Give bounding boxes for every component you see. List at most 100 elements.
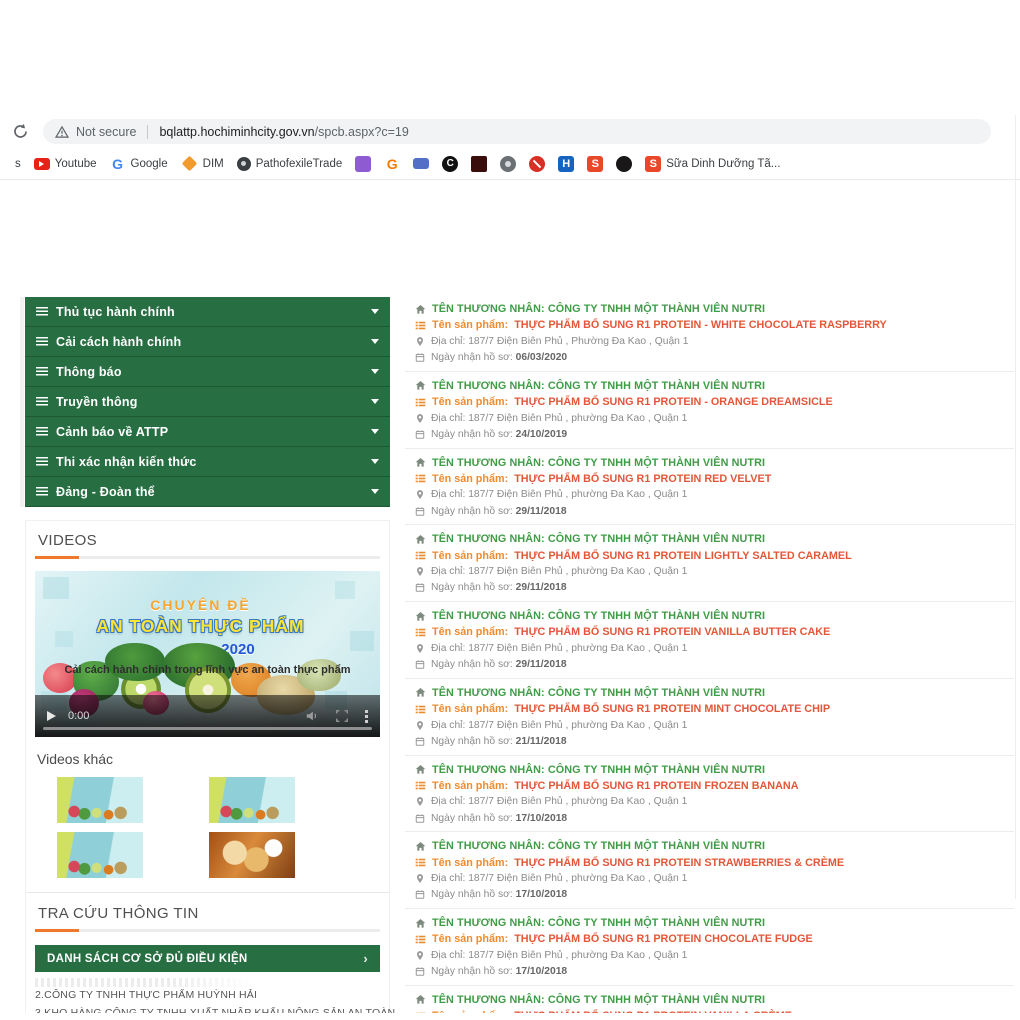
video-thumbnail[interactable] xyxy=(209,832,295,878)
sidebar-menu-item[interactable]: Thi xác nhận kiến thức xyxy=(25,447,390,477)
address-bar[interactable]: Not secure bqlattp.hochiminhcity.gov.vn/… xyxy=(43,119,991,144)
address-divider xyxy=(147,125,148,139)
bookmark-item[interactable] xyxy=(471,156,487,172)
address-text: Địa chỉ: 187/7 Điện Biên Phủ , phường Đa… xyxy=(431,873,687,884)
sidebar-menu-item[interactable]: Truyền thông xyxy=(25,387,390,417)
listing-card[interactable]: TÊN THƯƠNG NHÂN: CÔNG TY TNHH MỘT THÀNH … xyxy=(405,832,1014,909)
bookmark-item[interactable] xyxy=(616,156,632,172)
received-date: Ngày nhận hồ sơ: 06/03/2020 xyxy=(431,352,567,363)
bookmark-item[interactable]: C xyxy=(442,156,458,172)
section-divider xyxy=(26,892,389,893)
bookmark-item[interactable]: s xyxy=(15,158,21,170)
listing-card[interactable]: TÊN THƯƠNG NHÂN: CÔNG TY TNHH MỘT THÀNH … xyxy=(405,986,1014,1013)
merchant-name: TÊN THƯƠNG NHÂN: CÔNG TY TNHH MỘT THÀNH … xyxy=(432,687,765,699)
product-label: Tên sản phẩm: xyxy=(432,396,508,408)
sidebar-accordion-menu: Thủ tục hành chính Cải cách hành chính Thô… xyxy=(25,297,390,507)
sidebar-menu-label: Truyền thông xyxy=(56,395,138,409)
listing-card[interactable]: TÊN THƯƠNG NHÂN: CÔNG TY TNHH MỘT THÀNH … xyxy=(405,372,1014,449)
product-label: Tên sản phẩm: xyxy=(432,703,508,715)
sidebar-menu-label: Đảng - Đoàn thể xyxy=(56,485,155,499)
play-icon[interactable] xyxy=(47,711,56,721)
home-icon xyxy=(415,380,426,391)
shopee-icon: S xyxy=(587,156,603,172)
bookmark-item[interactable] xyxy=(529,156,545,172)
video-thumbnails-grid xyxy=(35,777,380,878)
bookmark-item[interactable]: S xyxy=(587,156,603,172)
bookmark-item[interactable]: GGoogle xyxy=(110,156,168,172)
product-row: Tên sản phẩm:THỰC PHẨM BỔ SUNG R1 PROTEI… xyxy=(415,317,1014,333)
product-name: THỰC PHẨM BỔ SUNG R1 PROTEIN - WHITE CHO… xyxy=(514,319,886,331)
date-row: Ngày nhận hồ sơ: 17/10/2018 xyxy=(415,810,1014,826)
bookmark-item[interactable] xyxy=(500,156,516,172)
fullscreen-icon[interactable] xyxy=(335,709,349,723)
bookmark-label: Youtube xyxy=(55,158,97,170)
lookup-list-item[interactable]: 2.CÔNG TY TNHH THỰC PHẨM HUỲNH HẢI xyxy=(35,987,380,1005)
video-progress-bar[interactable] xyxy=(43,727,372,730)
listing-card[interactable]: TÊN THƯƠNG NHÂN: CÔNG TY TNHH MỘT THÀNH … xyxy=(405,679,1014,756)
product-name: THỰC PHẨM BỔ SUNG R1 PROTEIN VANILLA BUT… xyxy=(514,626,830,638)
merchant-row: TÊN THƯƠNG NHÂN: CÔNG TY TNHH MỘT THÀNH … xyxy=(415,301,1014,317)
home-icon xyxy=(415,457,426,468)
listing-card[interactable]: TÊN THƯƠNG NHÂN: CÔNG TY TNHH MỘT THÀNH … xyxy=(405,909,1014,986)
received-date: Ngày nhận hồ sơ: 29/11/2018 xyxy=(431,582,567,593)
sidebar-menu-item[interactable]: Cải cách hành chính xyxy=(25,327,390,357)
listing-card[interactable]: TÊN THƯƠNG NHÂN: CÔNG TY TNHH MỘT THÀNH … xyxy=(405,295,1014,372)
chevron-down-icon xyxy=(371,399,379,404)
bookmark-label: Google xyxy=(131,158,168,170)
bookmark-item[interactable]: DIM xyxy=(181,158,224,170)
bookmark-item[interactable]: Youtube xyxy=(34,158,97,170)
menu-icon xyxy=(36,307,48,316)
videos-title-rule xyxy=(35,556,380,559)
video-thumbnail[interactable] xyxy=(209,777,295,823)
twitch-icon xyxy=(355,156,371,172)
reload-icon[interactable] xyxy=(12,123,29,140)
page-url: bqlattp.hochiminhcity.gov.vn/spcb.aspx?c… xyxy=(159,123,408,141)
product-row: Tên sản phẩm:THỰC PHẨM BỔ SUNG R1 PROTEI… xyxy=(415,471,1014,487)
lookup-list-item[interactable]: 3.KHO HÀNG CÔNG TY TNHH XUẤT NHẬP KHẨU N… xyxy=(35,1005,380,1014)
list-icon xyxy=(415,704,426,715)
bookmark-item[interactable]: H xyxy=(558,156,574,172)
calendar-icon xyxy=(415,429,425,440)
sidebar-menu-label: Thủ tục hành chính xyxy=(56,305,175,319)
bookmark-item[interactable] xyxy=(413,158,429,169)
received-date: Ngày nhận hồ sơ: 29/11/2018 xyxy=(431,506,567,517)
listing-card[interactable]: TÊN THƯƠNG NHÂN: CÔNG TY TNHH MỘT THÀNH … xyxy=(405,602,1014,679)
received-date: Ngày nhận hồ sơ: 17/10/2018 xyxy=(431,966,567,977)
merchant-name: TÊN THƯƠNG NHÂN: CÔNG TY TNHH MỘT THÀNH … xyxy=(432,303,765,315)
product-label: Tên sản phẩm: xyxy=(432,933,508,945)
menu-icon xyxy=(36,397,48,406)
date-row: Ngày nhận hồ sơ: 24/10/2019 xyxy=(415,426,1014,442)
bookmark-item[interactable]: PathofexileTrade xyxy=(237,157,343,171)
listing-card[interactable]: TÊN THƯƠNG NHÂN: CÔNG TY TNHH MỘT THÀNH … xyxy=(405,756,1014,833)
volume-icon[interactable] xyxy=(305,709,319,723)
home-icon xyxy=(415,841,426,852)
address-text: Địa chỉ: 187/7 Điện Biên Phủ , Phường Đa… xyxy=(431,336,689,347)
lookup-list-button[interactable]: DANH SÁCH CƠ SỞ ĐỦ ĐIỀU KIỆN › xyxy=(35,945,380,972)
listing-card[interactable]: TÊN THƯƠNG NHÂN: CÔNG TY TNHH MỘT THÀNH … xyxy=(405,449,1014,526)
c-circle-icon: C xyxy=(442,156,458,172)
bookmark-item[interactable] xyxy=(355,156,371,172)
address-row: Địa chỉ: 187/7 Điện Biên Phủ , phường Đa… xyxy=(415,871,1014,887)
video-time: 0:00 xyxy=(68,710,89,722)
video-player[interactable]: CHUYÊN ĐỀ AN TOÀN THỰC PHẨM 2020 Cải các… xyxy=(35,571,380,737)
product-name: THỰC PHẨM BỔ SUNG R1 PROTEIN STRAWBERRIE… xyxy=(514,857,844,869)
listing-card[interactable]: TÊN THƯƠNG NHÂN: CÔNG TY TNHH MỘT THÀNH … xyxy=(405,525,1014,602)
bookmark-item[interactable]: G xyxy=(384,156,400,172)
sidebar-menu-item[interactable]: Đảng - Đoàn thể xyxy=(25,477,390,507)
sidebar-menu-item[interactable]: Thủ tục hành chính xyxy=(25,297,390,327)
pin-icon xyxy=(415,643,425,654)
video-thumbnail[interactable] xyxy=(57,832,143,878)
sidebar-menu-item[interactable]: Thông báo xyxy=(25,357,390,387)
more-options-icon[interactable] xyxy=(365,710,368,723)
bookmark-item[interactable]: SSữa Dinh Dưỡng Tã... xyxy=(645,156,780,172)
date-row: Ngày nhận hồ sơ: 17/10/2018 xyxy=(415,964,1014,980)
address-row: Địa chỉ: 187/7 Điện Biên Phủ , phường Đa… xyxy=(415,487,1014,503)
home-icon xyxy=(415,534,426,545)
received-date: Ngày nhận hồ sơ: 17/10/2018 xyxy=(431,889,567,900)
merchant-name: TÊN THƯƠNG NHÂN: CÔNG TY TNHH MỘT THÀNH … xyxy=(432,380,765,392)
sidebar-menu-item[interactable]: Cảnh báo về ATTP xyxy=(25,417,390,447)
video-thumbnail[interactable] xyxy=(57,777,143,823)
address-text: Địa chỉ: 187/7 Điện Biên Phủ , phường Đa… xyxy=(431,489,687,500)
merchant-name: TÊN THƯƠNG NHÂN: CÔNG TY TNHH MỘT THÀNH … xyxy=(432,610,765,622)
sidebar-menu-label: Cải cách hành chính xyxy=(56,335,181,349)
